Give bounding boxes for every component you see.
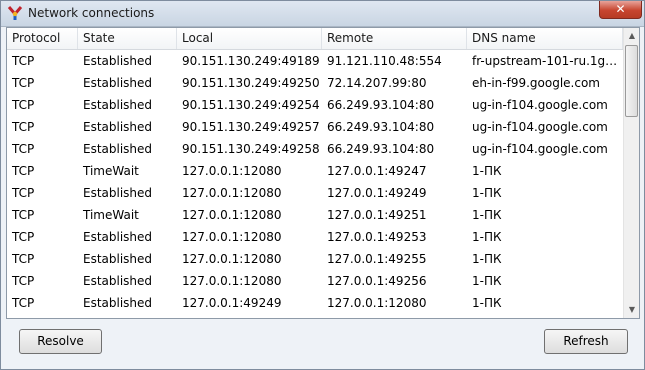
connections-list[interactable]: Protocol State Local Remote DNS name TCP…: [6, 27, 640, 319]
table-row[interactable]: TCP Established 127.0.0.1:12080 127.0.0.1:4…: [7, 248, 623, 270]
cell-local: 127.0.0.1:12080: [182, 186, 282, 200]
cell-remote: 127.0.0.1:12080: [327, 296, 427, 310]
table-row[interactable]: TCP Established 90.151.130.249:49189 91.121…: [7, 50, 623, 72]
cell-dns-name: 1-ПК: [472, 186, 502, 200]
cell-remote: 127.0.0.1:49255: [327, 252, 427, 266]
cell-dns-name: 1-ПК: [472, 252, 502, 266]
cell-local: 127.0.0.1:12080: [182, 208, 282, 222]
title-bar[interactable]: Network connections ✕: [1, 1, 644, 27]
cell-local: 90.151.130.249:49258: [182, 142, 320, 156]
cell-dns-name: 1-ПК: [472, 274, 502, 288]
table-row[interactable]: TCP Established 90.151.130.249:49258 66.249…: [7, 138, 623, 160]
app-logo-icon: [7, 6, 23, 20]
cell-remote: 127.0.0.1:49253: [327, 230, 427, 244]
cell-dns-name: 1-ПК: [472, 296, 502, 310]
cell-protocol: TCP: [12, 230, 35, 244]
column-header-protocol[interactable]: Protocol: [7, 28, 78, 49]
close-icon: ✕: [615, 2, 626, 16]
cell-state: Established: [83, 54, 153, 68]
cell-remote: 127.0.0.1:49251: [327, 208, 427, 222]
cell-protocol: TCP: [12, 54, 35, 68]
cell-remote: 127.0.0.1:12080: [322, 314, 467, 318]
cell-state: Established: [83, 186, 153, 200]
cell-remote: 72.14.207.99:80: [327, 76, 427, 90]
cell-remote: 66.249.93.104:80: [327, 98, 435, 112]
cell-protocol: TCP: [12, 252, 35, 266]
table-row[interactable]: TCP Established 127.0.0.1:49249 127.0.0.1:1…: [7, 292, 623, 314]
cell-protocol: TCP: [12, 186, 35, 200]
cell-local: 90.151.130.249:49257: [182, 120, 320, 134]
cell-remote: 127.0.0.1:49256: [327, 274, 427, 288]
cell-state: Established: [83, 142, 153, 156]
cell-state: Established: [83, 76, 153, 90]
cell-state: Established: [83, 252, 153, 266]
table-row[interactable]: TCP Established 90.151.130.249:49257 66.249…: [7, 116, 623, 138]
column-header-remote[interactable]: Remote: [322, 28, 467, 49]
cell-dns-name: ug-in-f104.google.com: [472, 142, 608, 156]
column-header-dns-name[interactable]: DNS name: [467, 28, 623, 49]
cell-remote: 127.0.0.1:49249: [327, 186, 427, 200]
list-rows: TCP Established 90.151.130.249:49189 91.121…: [7, 50, 623, 318]
cell-dns-name: 1-ПК: [472, 230, 502, 244]
cell-local: 90.151.130.249:49254: [182, 98, 320, 112]
cell-dns-name: 1-ПК: [472, 164, 502, 178]
scrollbar-thumb[interactable]: [625, 45, 638, 117]
cell-local: 127.0.0.1:12080: [182, 164, 282, 178]
cell-state: TimeWait: [83, 208, 139, 222]
cell-local: 127.0.0.1:12080: [182, 274, 282, 288]
cell-remote: 66.249.93.104:80: [327, 142, 435, 156]
cell-local: 127.0.0.1:49249: [182, 296, 282, 310]
cell-protocol: TCP: [12, 164, 35, 178]
window-title: Network connections: [28, 6, 155, 20]
cell-dns-name: ug-in-f104.google.com: [472, 98, 608, 112]
column-header-state[interactable]: State: [78, 28, 177, 49]
cell-state: TimeWait: [83, 164, 139, 178]
cell-protocol: TCP: [12, 296, 35, 310]
cell-state: Established: [83, 230, 153, 244]
cell-dns-name: 1-ПК: [467, 314, 623, 318]
table-row[interactable]: TCP Established 127.0.0.1:12080 127.0.0.1:4…: [7, 270, 623, 292]
cell-remote: 66.249.93.104:80: [327, 120, 435, 134]
table-row[interactable]: TCP Established 127.0.0.1:12080 127.0.0.1:4…: [7, 182, 623, 204]
cell-local: 127.0.0.1:12080: [182, 230, 282, 244]
cell-protocol: TCP: [7, 314, 78, 318]
cell-state: Established: [83, 296, 153, 310]
cell-local: 127.0.0.1:49250: [177, 314, 322, 318]
cell-protocol: TCP: [12, 76, 35, 90]
cell-protocol: TCP: [12, 274, 35, 288]
cell-remote: 91.121.110.48:554: [327, 54, 442, 68]
cell-local: 90.151.130.249:49189: [182, 54, 320, 68]
cell-dns-name: 1-ПК: [472, 208, 502, 222]
cell-local: 90.151.130.249:49250: [182, 76, 320, 90]
resolve-button[interactable]: Resolve: [19, 329, 102, 354]
vertical-scrollbar[interactable]: ▲ ▼: [623, 28, 639, 318]
cell-protocol: TCP: [12, 120, 35, 134]
cell-state: Established: [78, 314, 177, 318]
list-header: Protocol State Local Remote DNS name: [7, 28, 623, 50]
cell-state: Established: [83, 120, 153, 134]
cell-state: Established: [83, 274, 153, 288]
cell-dns-name: ug-in-f104.google.com: [472, 120, 608, 134]
network-connections-window: Network connections ✕ Protocol State Loc…: [0, 0, 645, 370]
cell-remote: 127.0.0.1:49247: [327, 164, 427, 178]
scroll-down-arrow-icon[interactable]: ▼: [624, 302, 639, 318]
cell-local: 127.0.0.1:12080: [182, 252, 282, 266]
column-header-local[interactable]: Local: [177, 28, 322, 49]
table-row[interactable]: TCP Established 127.0.0.1:12080 127.0.0.1:4…: [7, 226, 623, 248]
table-row[interactable]: TCP TimeWait 127.0.0.1:12080 127.0.0.1:4925…: [7, 204, 623, 226]
table-row[interactable]: TCP TimeWait 127.0.0.1:12080 127.0.0.1:4924…: [7, 160, 623, 182]
table-row[interactable]: TCPEstablished127.0.0.1:49250127.0.0.1:1…: [7, 314, 623, 318]
scroll-up-arrow-icon[interactable]: ▲: [624, 28, 639, 44]
refresh-button[interactable]: Refresh: [544, 329, 628, 354]
cell-dns-name: fr-upstream-101-ru.1gb…: [472, 54, 623, 68]
cell-protocol: TCP: [12, 208, 35, 222]
close-button[interactable]: ✕: [599, 1, 642, 19]
table-row[interactable]: TCP Established 90.151.130.249:49250 72.14.…: [7, 72, 623, 94]
cell-dns-name: eh-in-f99.google.com: [472, 76, 600, 90]
cell-protocol: TCP: [12, 142, 35, 156]
table-row[interactable]: TCP Established 90.151.130.249:49254 66.249…: [7, 94, 623, 116]
cell-protocol: TCP: [12, 98, 35, 112]
cell-state: Established: [83, 98, 153, 112]
